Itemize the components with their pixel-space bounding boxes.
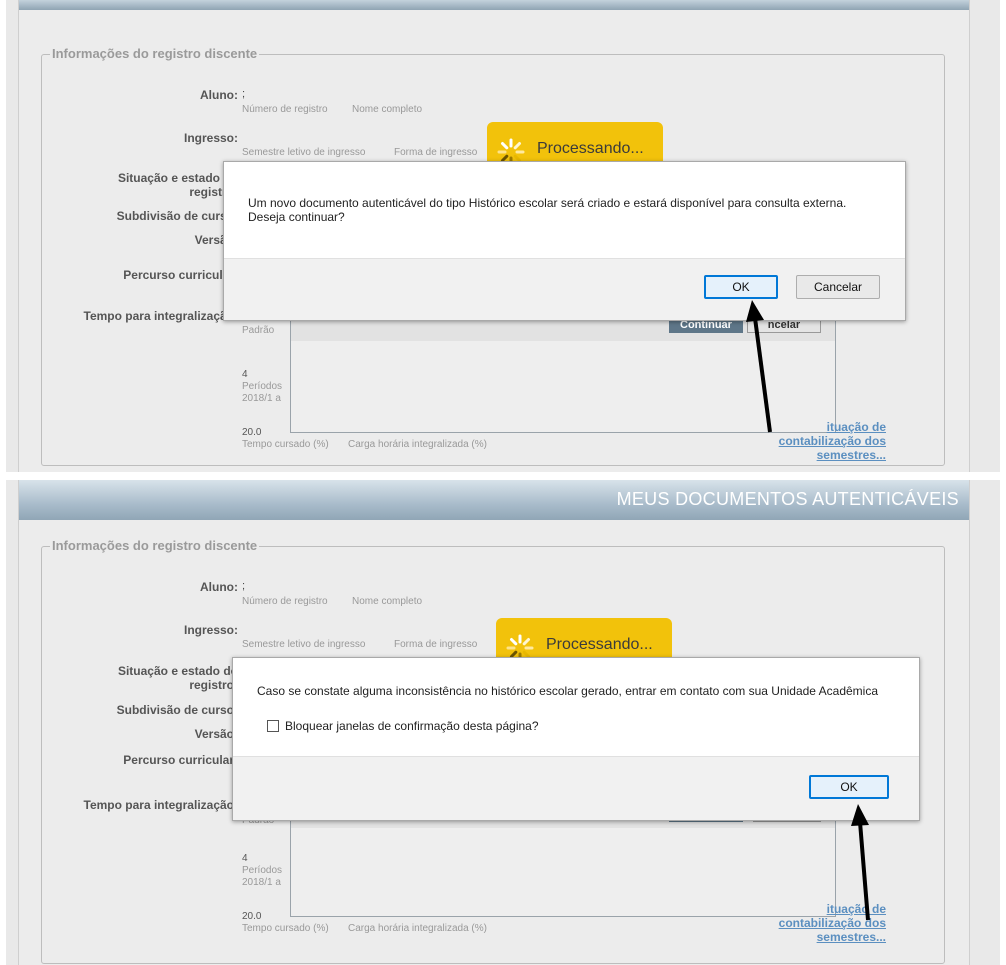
label-situacao-line2: registro:: [189, 678, 238, 692]
confirm-dialog: Um novo documento autenticável do tipo H…: [223, 161, 906, 321]
label-aluno: Aluno:: [200, 580, 238, 594]
modal-inner-box: Continuar ncelar: [290, 310, 836, 433]
confirm-dialog-message: Um novo documento autenticável do tipo H…: [248, 196, 847, 224]
label-subdivisao: Subdivisão de curso:: [116, 209, 238, 223]
periodos-caption: Períodos: [242, 865, 283, 876]
situacao-contabilizacao-link[interactable]: ituação de contabilização dos semestres.…: [742, 420, 886, 462]
tempo-cursado-caption: Tempo cursado (%): [242, 439, 329, 450]
label-situacao-line1: Situação e estado do: [117, 171, 238, 185]
label-situacao-line2: registro:: [189, 185, 238, 199]
page-title: MEUS DOCUMENTOS AUTENTICÁVEIS: [616, 489, 959, 509]
semestre-ingresso-caption: Semestre letivo de ingresso: [242, 639, 366, 650]
info-dialog-footer: OK: [233, 756, 919, 820]
forma-ingresso-caption: Forma de ingresso: [394, 639, 478, 650]
tempo-value: 20.0: [242, 427, 262, 438]
block-dialogs-label: Bloquear janelas de confirmação desta pá…: [285, 719, 539, 733]
block-dialogs-checkbox[interactable]: [267, 720, 279, 732]
label-situacao-line1: Situação e estado do: [117, 664, 238, 678]
ok-button[interactable]: OK: [704, 275, 778, 299]
forma-ingresso-caption: Forma de ingresso: [394, 147, 478, 158]
label-versao: Versão:: [194, 727, 238, 741]
periodos-number: 4: [242, 369, 248, 380]
screenshot-bottom-panel: MEUS DOCUMENTOS AUTENTICÁVEIS Informaçõe…: [6, 480, 1000, 965]
padrao-caption: Padrão: [242, 325, 275, 336]
aluno-value: ;: [242, 580, 246, 592]
nome-completo-caption: Nome completo: [352, 104, 423, 115]
periodos-number: 4: [242, 853, 248, 864]
header-bar: [19, 0, 969, 10]
screenshot-top-panel: Informações do registro discente Aluno: …: [6, 0, 1000, 472]
info-dialog-message: Caso se constate alguma inconsistência n…: [257, 684, 879, 698]
situacao-contabilizacao-link[interactable]: ituação de contabilização dos semestres.…: [742, 902, 886, 944]
periodo-range: 2018/1 a: [242, 393, 281, 404]
label-percurso: Percurso curricular:: [123, 268, 238, 282]
semestre-ingresso-caption: Semestre letivo de ingresso: [242, 147, 366, 158]
ok-button[interactable]: OK: [809, 775, 889, 799]
carga-horaria-caption: Carga horária integralizada (%): [348, 439, 487, 450]
label-versao: Versão:: [194, 233, 238, 247]
fieldset-legend: Informações do registro discente: [50, 538, 260, 553]
label-aluno: Aluno:: [200, 88, 238, 102]
label-ingresso: Ingresso:: [183, 131, 238, 145]
processing-text: Processando...: [546, 636, 653, 653]
label-tempo: Tempo para integralização:: [83, 798, 238, 812]
numero-registro-caption: Número de registro: [242, 596, 328, 607]
confirm-dialog-footer: OK Cancelar: [224, 258, 905, 320]
aluno-value: ;: [242, 88, 246, 100]
label-ingresso: Ingresso:: [183, 623, 238, 637]
nome-completo-caption: Nome completo: [352, 596, 423, 607]
numero-registro-caption: Número de registro: [242, 104, 328, 115]
carga-horaria-caption: Carga horária integralizada (%): [348, 923, 487, 934]
tempo-cursado-caption: Tempo cursado (%): [242, 923, 329, 934]
tempo-value: 20.0: [242, 911, 262, 922]
info-dialog: Caso se constate alguma inconsistência n…: [232, 657, 920, 821]
label-tempo: Tempo para integralização:: [83, 309, 238, 323]
cancel-button[interactable]: Cancelar: [796, 275, 880, 299]
header-bar: MEUS DOCUMENTOS AUTENTICÁVEIS: [19, 480, 969, 520]
label-subdivisao: Subdivisão de curso:: [116, 703, 238, 717]
periodos-caption: Períodos: [242, 381, 283, 392]
fieldset-legend: Informações do registro discente: [50, 46, 260, 61]
processing-text: Processando...: [537, 140, 644, 157]
label-percurso: Percurso curricular:: [123, 753, 238, 767]
periodo-range: 2018/1 a: [242, 877, 281, 888]
